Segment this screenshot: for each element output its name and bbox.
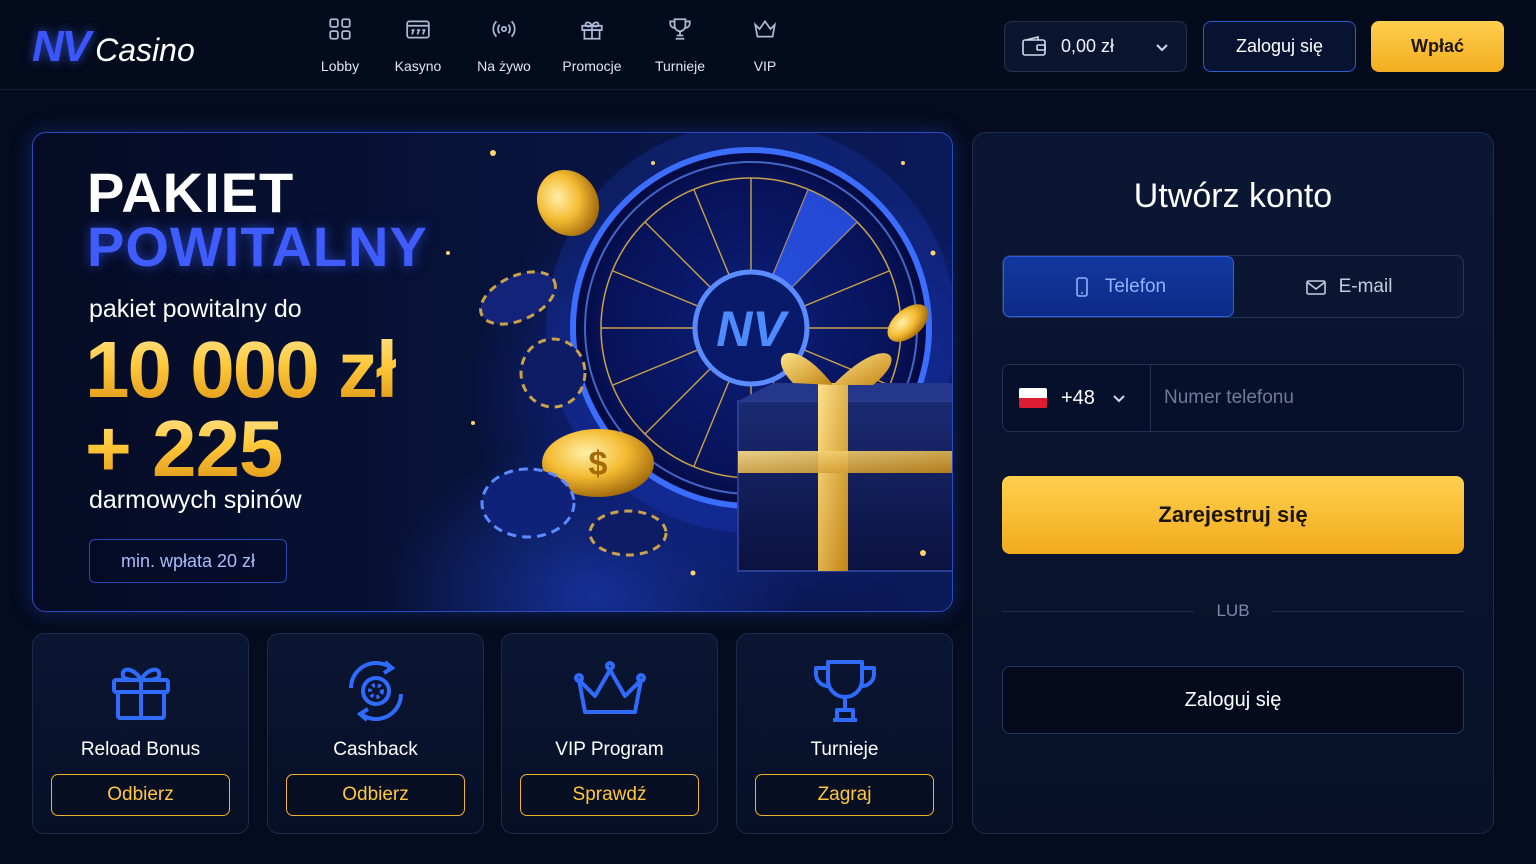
promo-card-vip-program: VIP Program Sprawdź: [501, 633, 718, 834]
slot-machine-icon: [406, 20, 430, 39]
trophy-icon: [669, 18, 691, 40]
poland-flag-icon: [1019, 388, 1047, 408]
claim-cashback-button[interactable]: Odbierz: [286, 774, 465, 816]
phone-number-input[interactable]: [1151, 365, 1463, 431]
logo-mark: NV: [32, 22, 91, 71]
promo-card-cashback: Cashback Odbierz: [267, 633, 484, 834]
hero-bonus-amount: 10 000 zł: [85, 325, 398, 414]
tab-label: E-mail: [1338, 275, 1393, 297]
nav-label: Promocje: [562, 58, 622, 74]
cashback-chip-icon: [348, 660, 403, 722]
card-title: Reload Bonus: [80, 739, 201, 760]
check-vip-program-button[interactable]: Sprawdź: [520, 774, 699, 816]
tab-label: Telefon: [1104, 275, 1167, 297]
play-tournaments-button[interactable]: Zagraj: [755, 774, 934, 816]
crown-icon: [573, 661, 646, 714]
panel-login-button[interactable]: Zaloguj się: [1002, 666, 1464, 734]
min-deposit-badge: min. wpłata 20 zł: [89, 539, 287, 583]
gift-icon: [581, 21, 603, 40]
crown-icon: [753, 19, 777, 38]
nav-label: Turnieje: [654, 58, 706, 74]
phone-number-field: +48: [1002, 364, 1464, 432]
register-method-tabs: Telefon E-mail: [1002, 255, 1464, 318]
hero-subtitle: pakiet powitalny do: [89, 295, 302, 323]
nav-item-na-zywo[interactable]: Na żywo: [460, 16, 548, 74]
claim-reload-bonus-button[interactable]: Odbierz: [51, 774, 230, 816]
nav-item-kasyno[interactable]: Kasyno: [376, 16, 460, 74]
or-divider: LUB: [1002, 601, 1465, 621]
hero-free-spins-label: darmowych spinów: [89, 486, 302, 514]
nav-label: VIP: [753, 58, 777, 74]
nav-label: Lobby: [320, 58, 360, 74]
nav-item-lobby[interactable]: Lobby: [304, 16, 376, 74]
hero-title-line2: POWITALNY: [87, 215, 428, 278]
nav-item-promocje[interactable]: Promocje: [548, 16, 636, 74]
mail-icon: [1305, 279, 1326, 295]
hero-free-spins: + 225: [85, 404, 283, 493]
tab-phone[interactable]: Telefon: [1003, 256, 1234, 317]
live-broadcast-icon: [492, 20, 516, 38]
dial-code: +48: [1061, 386, 1095, 409]
nav-label: Kasyno: [394, 58, 442, 74]
gift-box: [737, 352, 952, 572]
main-nav: Lobby Kasyno Na żywo Promocje Turnieje V…: [304, 16, 806, 74]
top-header: NV Casino Lobby Kasyno Na żywo Promocje …: [0, 0, 1536, 90]
promo-card-tournaments: Turnieje Zagraj: [736, 633, 953, 834]
chevron-down-icon: [1156, 43, 1168, 51]
login-button[interactable]: Zaloguj się: [1203, 21, 1356, 72]
card-title: Cashback: [333, 739, 418, 760]
welcome-bonus-banner[interactable]: NV $ PAKIET POWITALNY pakiet powitalny d…: [32, 132, 953, 612]
chevron-down-icon: [1113, 395, 1125, 403]
nav-item-vip[interactable]: VIP: [724, 16, 806, 74]
gift-icon: [111, 667, 170, 720]
register-button[interactable]: Zarejestruj się: [1002, 476, 1464, 554]
brand-logo[interactable]: NV Casino: [32, 22, 195, 71]
card-title: VIP Program: [555, 739, 664, 760]
hero-title-line1: PAKIET: [87, 161, 295, 224]
hero-illustration: NV $: [446, 133, 952, 576]
wallet-icon: [1022, 35, 1046, 56]
wallet-balance: 0,00 zł: [1061, 36, 1115, 56]
phone-icon: [1076, 276, 1088, 297]
register-panel: Utwórz konto Telefon E-mail +48 Zarejest…: [972, 132, 1494, 834]
wallet-balance-dropdown[interactable]: 0,00 zł: [1004, 21, 1187, 72]
logo-word: Casino: [95, 32, 195, 68]
trophy-icon: [813, 660, 876, 722]
promo-card-reload-bonus: Reload Bonus Odbierz: [32, 633, 249, 834]
svg-text:$: $: [589, 445, 608, 483]
nav-item-turnieje[interactable]: Turnieje: [636, 16, 724, 74]
register-title: Utwórz konto: [1133, 177, 1333, 215]
deposit-button[interactable]: Wpłać: [1371, 21, 1504, 72]
wheel-center-logo: NV: [716, 301, 789, 357]
divider-label: LUB: [1216, 601, 1250, 620]
card-title: Turnieje: [810, 739, 879, 760]
country-code-select[interactable]: +48: [1003, 365, 1151, 431]
tab-email[interactable]: E-mail: [1234, 256, 1463, 317]
grid-icon: [329, 18, 351, 40]
nav-label: Na żywo: [477, 58, 531, 74]
